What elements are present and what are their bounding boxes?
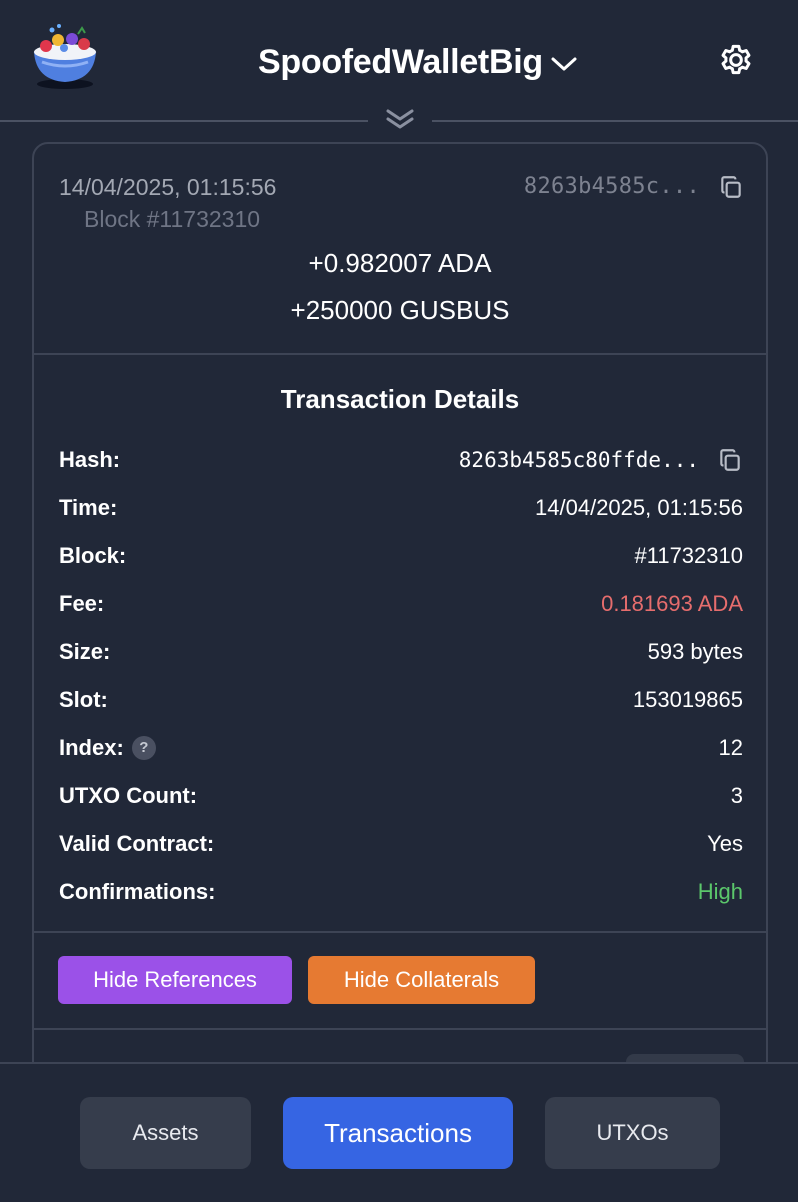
detail-label: Slot: — [59, 687, 108, 712]
tab-assets[interactable]: Assets — [80, 1097, 251, 1169]
section-divider — [34, 931, 766, 933]
block-value: #11732310 — [634, 543, 744, 568]
double-chevron-down-icon[interactable] — [380, 104, 420, 134]
copy-icon[interactable] — [718, 174, 744, 200]
detail-label: Fee: — [59, 591, 105, 616]
wallet-name: SpoofedWalletBig — [258, 42, 543, 81]
detail-value-container: 8263b4585c80ffde... — [459, 447, 743, 473]
copy-icon[interactable] — [717, 447, 743, 473]
wallet-switcher[interactable]: SpoofedWalletBig — [258, 40, 579, 84]
transaction-block: Block #11732310 — [84, 206, 261, 232]
fee-value: 0.181693 ADA — [601, 591, 743, 616]
amount-token: +250000 GUSBUS — [290, 295, 510, 325]
toggle-buttons: Hide References Hide Collaterals — [58, 956, 535, 1004]
valid-contract-value: Yes — [707, 831, 743, 856]
detail-row-slot: Slot: 153019865 — [59, 685, 743, 715]
detail-row-confirmations: Confirmations: High — [59, 877, 743, 907]
size-value: 593 bytes — [647, 639, 743, 664]
amount-ada: +0.982007 ADA — [308, 248, 492, 278]
tab-transactions[interactable]: Transactions — [283, 1097, 513, 1169]
detail-row-utxo-count: UTXO Count: 3 — [59, 781, 743, 811]
slot-value: 153019865 — [632, 687, 743, 712]
section-divider — [34, 353, 766, 355]
transaction-hash-short: 8263b4585c... — [523, 174, 700, 199]
detail-label: Time: — [59, 495, 118, 520]
hide-references-button[interactable]: Hide References — [58, 956, 292, 1004]
detail-row-size: Size: 593 bytes — [59, 637, 743, 667]
detail-label: Hash: — [59, 447, 121, 472]
detail-label: Size: — [59, 639, 111, 664]
utxo-count-value: 3 — [730, 783, 743, 808]
detail-row-fee: Fee: 0.181693 ADA — [59, 589, 743, 619]
gear-icon[interactable] — [716, 40, 756, 80]
transaction-time: 14/04/2025, 01:15:56 — [59, 174, 277, 200]
detail-label: UTXO Count: — [59, 783, 198, 808]
transaction-summary[interactable]: 14/04/2025, 01:15:56 Block #11732310 826… — [34, 144, 766, 354]
confirmations-value: High — [697, 879, 743, 904]
bottom-navigation: Assets Transactions UTXOs — [0, 1062, 798, 1202]
detail-row-index: Index: ? 12 — [59, 733, 743, 763]
transaction-card: 14/04/2025, 01:15:56 Block #11732310 826… — [32, 142, 768, 1082]
help-icon[interactable]: ? — [131, 736, 156, 760]
chevron-down-icon — [551, 57, 577, 71]
hide-collaterals-button[interactable]: Hide Collaterals — [308, 956, 535, 1004]
time-value: 14/04/2025, 01:15:56 — [535, 495, 743, 520]
details-title: Transaction Details — [280, 384, 520, 414]
detail-label: Block: — [59, 543, 127, 568]
hash-value: 8263b4585c80ffde... — [458, 448, 699, 472]
detail-label-container: Index: ? — [59, 735, 156, 761]
detail-label: Valid Contract: — [59, 831, 215, 856]
detail-row-block: Block: #11732310 — [59, 541, 743, 571]
bowl-logo[interactable] — [28, 22, 102, 92]
detail-row-hash: Hash: 8263b4585c80ffde... — [59, 445, 743, 475]
app-header: SpoofedWalletBig — [0, 0, 798, 120]
detail-row-time: Time: 14/04/2025, 01:15:56 — [59, 493, 743, 523]
header-divider-right — [432, 120, 798, 122]
detail-label: Confirmations: — [59, 879, 216, 904]
header-divider-left — [0, 120, 368, 122]
tab-utxos[interactable]: UTXOs — [545, 1097, 720, 1169]
section-divider — [34, 1028, 766, 1030]
detail-row-valid-contract: Valid Contract: Yes — [59, 829, 743, 859]
index-value: 12 — [718, 735, 743, 760]
detail-label: Index: — [59, 735, 124, 760]
